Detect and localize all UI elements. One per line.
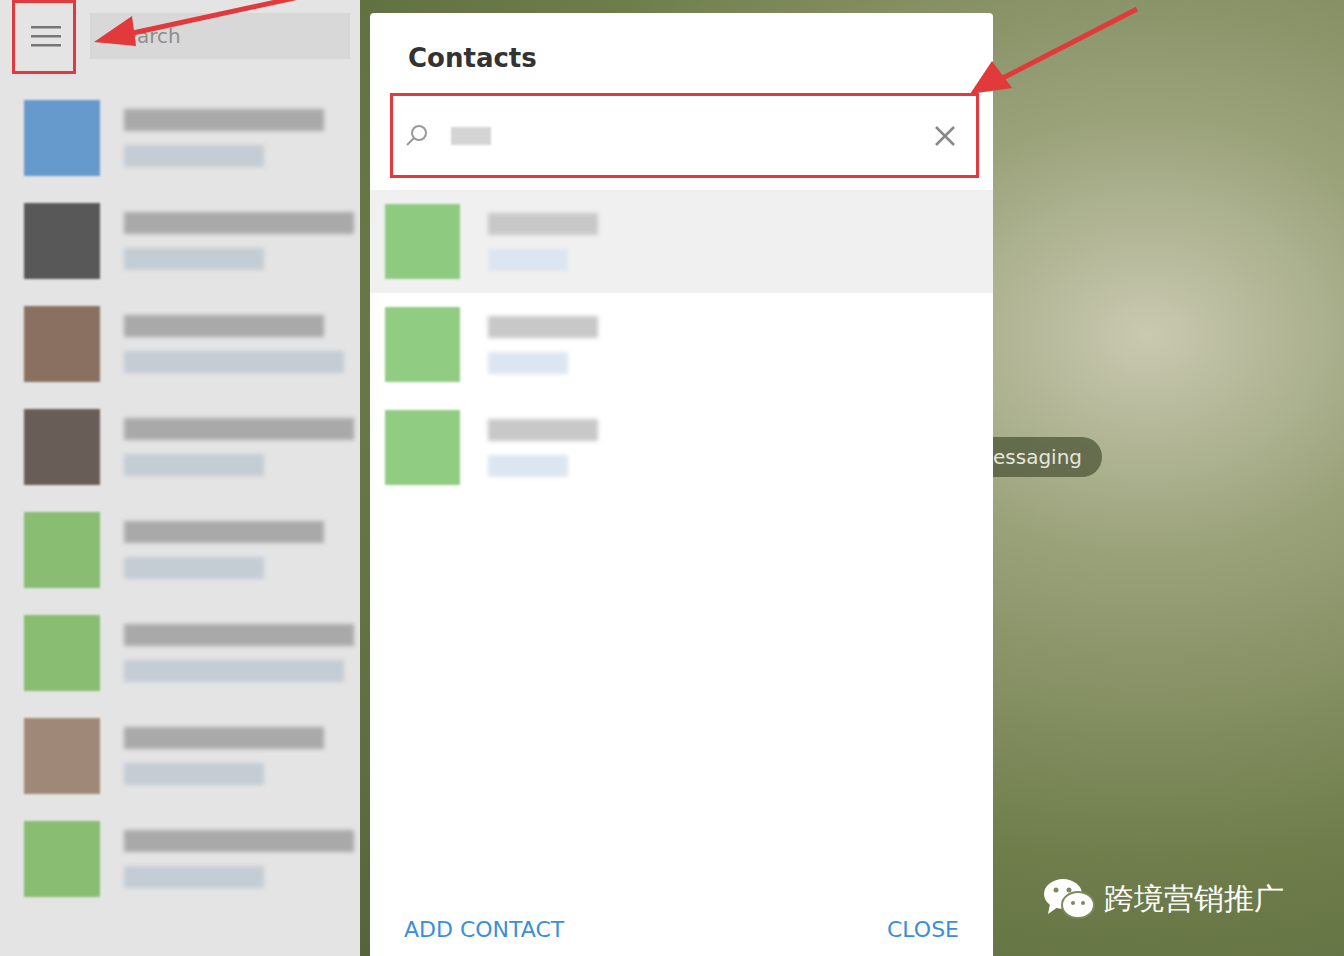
chat-list [0, 80, 360, 910]
chat-avatar [24, 306, 100, 382]
dialog-footer: ADD CONTACT CLOSE [370, 907, 993, 956]
telegram-window: Search essaging Contacts ADD CONTACT CLOSE 跨境… [0, 0, 1344, 956]
chat-avatar [24, 718, 100, 794]
chat-row[interactable] [0, 395, 360, 498]
contacts-dialog: Contacts ADD CONTACT CLOSE [370, 13, 993, 956]
chat-avatar [24, 821, 100, 897]
contact-avatar [385, 307, 460, 382]
contact-avatar [385, 204, 460, 279]
chat-avatar [24, 512, 100, 588]
dialog-button[interactable]: ADD CONTACT [404, 917, 564, 942]
dialog-title: Contacts [370, 13, 993, 93]
chat-row[interactable] [0, 807, 360, 910]
contact-row[interactable] [370, 293, 993, 396]
dialog-button[interactable]: CLOSE [887, 917, 959, 942]
hamburger-icon [29, 23, 63, 49]
chat-row[interactable] [0, 86, 360, 189]
contact-info [488, 213, 598, 271]
chat-avatar [24, 615, 100, 691]
contact-list [370, 178, 993, 907]
chat-preview [124, 830, 354, 888]
contacts-search-field[interactable] [390, 93, 979, 178]
chat-preview [124, 109, 324, 167]
chat-row[interactable] [0, 189, 360, 292]
chat-row[interactable] [0, 601, 360, 704]
top-bar: Search [0, 0, 360, 80]
chat-preview [124, 521, 324, 579]
contact-avatar [385, 410, 460, 485]
menu-highlight-box [12, 0, 76, 74]
magnifier-icon [403, 122, 431, 150]
watermark-text: 跨境营销推广 [1104, 879, 1284, 920]
chat-avatar [24, 409, 100, 485]
contact-info [488, 316, 598, 374]
search-query [451, 127, 491, 145]
chat-preview [124, 727, 324, 785]
chat-preview [124, 212, 354, 270]
menu-button[interactable] [14, 1, 78, 71]
contact-row[interactable] [370, 396, 993, 499]
wechat-icon [1042, 876, 1096, 922]
chat-avatar [24, 100, 100, 176]
contact-info [488, 419, 598, 477]
hint-pill: essaging [993, 437, 1102, 477]
chat-row[interactable] [0, 292, 360, 395]
chat-row[interactable] [0, 704, 360, 807]
chat-preview [124, 624, 354, 682]
chat-avatar [24, 203, 100, 279]
red-arrow-icon [962, 6, 1142, 106]
clear-icon[interactable] [932, 123, 958, 149]
chat-preview [124, 315, 344, 373]
sidebar: Search [0, 0, 360, 956]
chat-row[interactable] [0, 498, 360, 601]
contact-row[interactable] [370, 190, 993, 293]
watermark: 跨境营销推广 [1042, 876, 1284, 922]
chat-preview [124, 418, 354, 476]
red-arrow-icon [84, 0, 304, 54]
